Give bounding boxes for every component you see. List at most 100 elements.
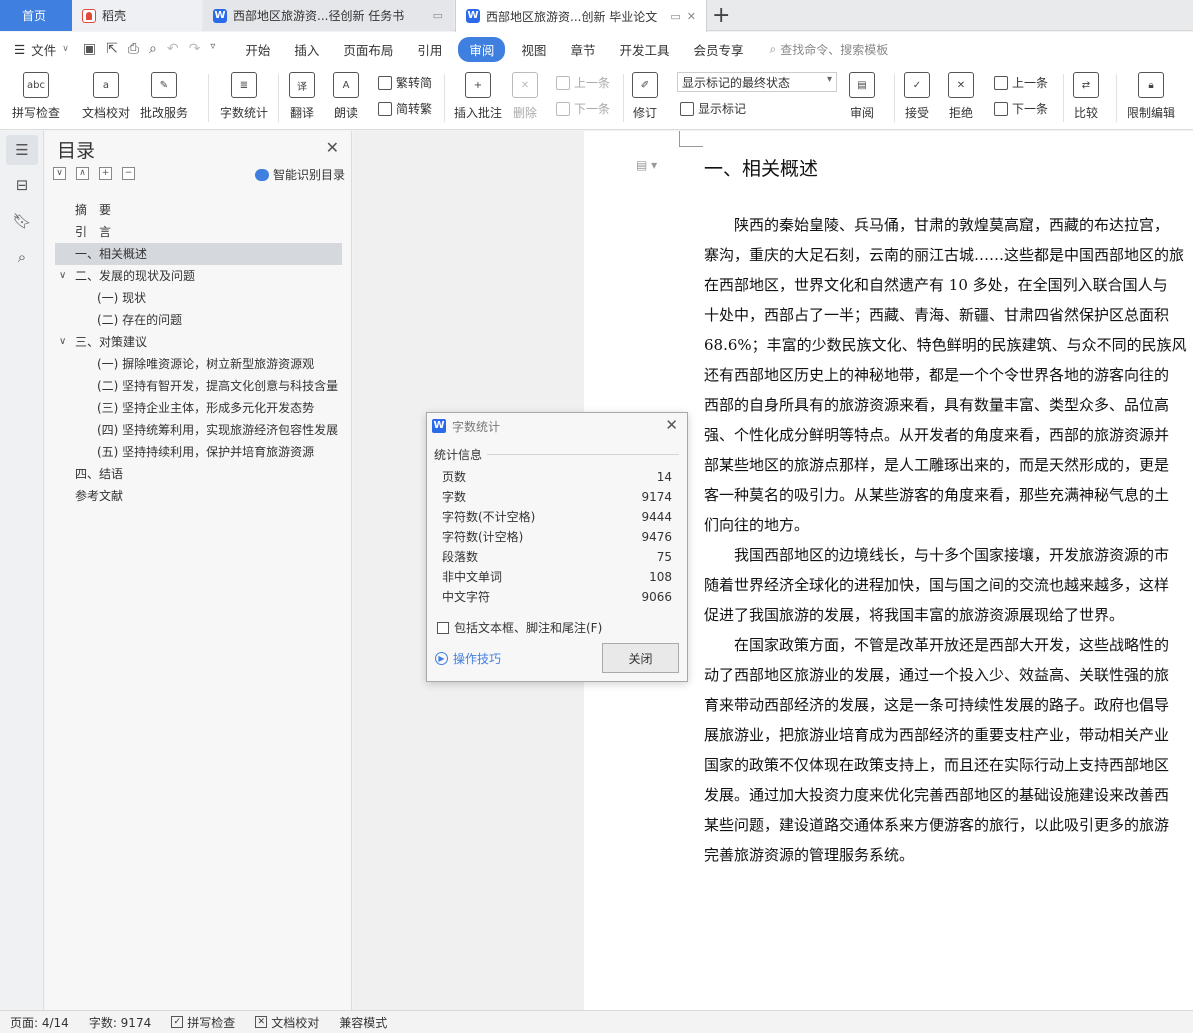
close-icon[interactable]: ✕ [687, 10, 696, 23]
toc-nav-icon[interactable]: ☰ [6, 135, 38, 165]
tab-view[interactable]: 视图 [509, 40, 558, 59]
close-icon[interactable]: ✕ [665, 416, 678, 434]
spell-check-toggle[interactable]: ✓ 拼写检查 [161, 1014, 245, 1031]
new-tab-button[interactable]: + [712, 3, 730, 28]
include-textbox-checkbox[interactable]: 包括文本框、脚注和尾注(F) [437, 619, 602, 636]
simp-to-trad-button[interactable]: 简转繁 [378, 100, 432, 117]
revise-button[interactable]: ✐ 修订 [632, 72, 658, 121]
toc-item[interactable]: (三) 坚持企业主体，形成多元化开发态势 [55, 397, 342, 419]
tab-page-layout[interactable]: 页面布局 [331, 40, 405, 59]
toc-item-selected[interactable]: 一、相关概述 [55, 243, 342, 265]
trad-to-simp-button[interactable]: 繁转简 [378, 74, 432, 91]
toc-item[interactable]: ∨ 二、发展的现状及问题 [55, 265, 342, 287]
save-icon[interactable]: ▣ [83, 41, 96, 57]
dialog-titlebar[interactable]: W 字数统计 [427, 413, 687, 439]
navigation-strip: ☰ ⊟ 🔖︎ ⌕ [0, 131, 44, 1010]
chevron-down-icon[interactable]: ∨ [59, 265, 66, 287]
tab-insert[interactable]: 插入 [282, 40, 331, 59]
tab-references[interactable]: 引用 [405, 40, 454, 59]
tab-start[interactable]: 开始 [233, 40, 282, 59]
document-options-icon[interactable]: ▤ ▾ [636, 158, 657, 172]
tab-daoke[interactable]: 稻壳 [72, 0, 202, 31]
export-icon[interactable]: ⇱ [106, 41, 118, 57]
smart-toc-button[interactable]: 智能识别目录 [254, 166, 345, 183]
section-heading: 一、相关概述 [704, 158, 819, 180]
word-count-button[interactable]: ≣ 字数统计 [220, 72, 268, 121]
collapse-all-icon[interactable]: ∧ [76, 167, 89, 180]
toc-item[interactable]: 四、结语 [55, 463, 342, 485]
expand-all-icon[interactable]: ∨ [53, 167, 66, 180]
toc-item[interactable]: (二) 存在的问题 [55, 309, 342, 331]
compare-button[interactable]: ⇄ 比较 [1073, 72, 1099, 121]
tab-review[interactable]: 审阅 [458, 36, 506, 62]
tab-document-task[interactable]: W 西部地区旅游资...径创新 任务书 ▭ [203, 0, 453, 31]
writer-doc-icon: W [432, 419, 446, 433]
stat-label: 非中文单词 [442, 570, 503, 584]
next-comment-icon [556, 101, 570, 116]
revise-service-icon: ✎ [151, 72, 177, 98]
screen-share-icon[interactable]: ▭ [433, 9, 443, 22]
customize-icon[interactable]: ▿ [210, 41, 215, 57]
bookmark-icon[interactable]: 🔖︎ [12, 211, 32, 231]
screen-share-icon[interactable]: ▭ [670, 10, 680, 23]
toc-item[interactable]: (一) 现状 [55, 287, 342, 309]
prev-change-button[interactable]: 上一条 [994, 74, 1048, 91]
revise-service-button[interactable]: ✎ 批改服务 [140, 72, 188, 121]
toc-item[interactable]: ∨ 三、对策建议 [55, 331, 342, 353]
tab-home[interactable]: 首页 [0, 0, 72, 31]
show-markup-button[interactable]: 显示标记 [680, 100, 746, 117]
page-indicator[interactable]: 页面: 4/14 [0, 1014, 79, 1031]
checkbox-box[interactable] [437, 621, 449, 634]
chevron-down-icon[interactable]: ∨ [59, 331, 66, 353]
stat-value: 9066 [641, 590, 672, 604]
undo-icon[interactable]: ↶ [167, 41, 179, 57]
toc-item[interactable]: (四) 坚持统筹利用，实现旅游经济包容性发展 [55, 419, 342, 441]
review-pane-button[interactable]: ▤ 审阅 [849, 72, 875, 121]
stats-section-label: 统计信息 [434, 448, 483, 462]
tab-developer[interactable]: 开发工具 [607, 40, 681, 59]
writer-doc-icon: W [466, 9, 480, 23]
add-level-icon[interactable]: + [99, 167, 112, 180]
close-button[interactable]: 关闭 [602, 643, 679, 673]
prev-comment-button[interactable]: 上一条 [556, 74, 610, 91]
next-change-button[interactable]: 下一条 [994, 100, 1048, 117]
spell-check-button[interactable]: abc 拼写检查 [12, 72, 60, 121]
translate-button[interactable]: 译 翻译 [289, 72, 315, 121]
accept-button[interactable]: ✓ 接受 [904, 72, 930, 121]
close-icon[interactable]: ✕ [326, 138, 339, 157]
restrict-edit-button[interactable]: 🔒︎ 限制编辑 [1127, 72, 1175, 121]
read-aloud-button[interactable]: A 朗读 [333, 72, 359, 121]
toc-item[interactable]: (一) 摒除唯资源论，树立新型旅游资源观 [55, 353, 342, 375]
insert-comment-button[interactable]: + 插入批注 [454, 72, 502, 121]
toc-item[interactable]: 摘 要 [55, 199, 342, 221]
next-comment-button[interactable]: 下一条 [556, 100, 610, 117]
tips-link[interactable]: ▶ 操作技巧 [435, 650, 501, 667]
search-icon[interactable]: ⌕ [12, 247, 32, 267]
tab-section[interactable]: 章节 [558, 40, 607, 59]
insert-comment-icon: + [465, 72, 491, 98]
command-search[interactable]: ⌕ 查找命令、搜索模板 [755, 41, 888, 58]
translate-label: 翻译 [289, 106, 314, 120]
reject-button[interactable]: ✕ 拒绝 [948, 72, 974, 121]
toc-item[interactable]: (五) 坚持持续利用，保护并培育旅游资源 [55, 441, 342, 463]
command-search-placeholder: 查找命令、搜索模板 [780, 42, 889, 57]
body-line: 们向往的地方。 [704, 516, 810, 534]
doc-proof-button[interactable]: a 文档校对 [82, 72, 130, 121]
redo-icon[interactable]: ↷ [189, 41, 201, 57]
file-menu[interactable]: ☰ 文件 ∨ [0, 40, 77, 59]
print-icon[interactable]: ⎙ [128, 41, 139, 57]
delete-comment-button[interactable]: ✕ 删除 [512, 72, 538, 121]
toc-item[interactable]: (二) 坚持有智开发，提高文化创意与科技含量 [55, 375, 342, 397]
remove-level-icon[interactable]: − [122, 167, 135, 180]
spell-check-label: 拼写检查 [12, 106, 61, 120]
body-line: 发展。通过加大投资力度来优化完善西部地区的基础设施建设来改善西 [704, 786, 1170, 804]
print-preview-icon[interactable]: ⌕ [149, 41, 157, 57]
toc-item[interactable]: 引 言 [55, 221, 342, 243]
tab-document-thesis[interactable]: W 西部地区旅游资...创新 毕业论文 ▭ ✕ [455, 0, 707, 32]
chapter-nav-icon[interactable]: ⊟ [12, 175, 32, 195]
doc-proof-toggle[interactable]: ✕ 文档校对 [245, 1014, 329, 1031]
markup-mode-select[interactable]: 显示标记的最终状态 [677, 72, 837, 92]
tab-member[interactable]: 会员专享 [681, 40, 755, 59]
toc-item[interactable]: 参考文献 [55, 485, 342, 507]
word-count-indicator[interactable]: 字数: 9174 [79, 1014, 161, 1031]
